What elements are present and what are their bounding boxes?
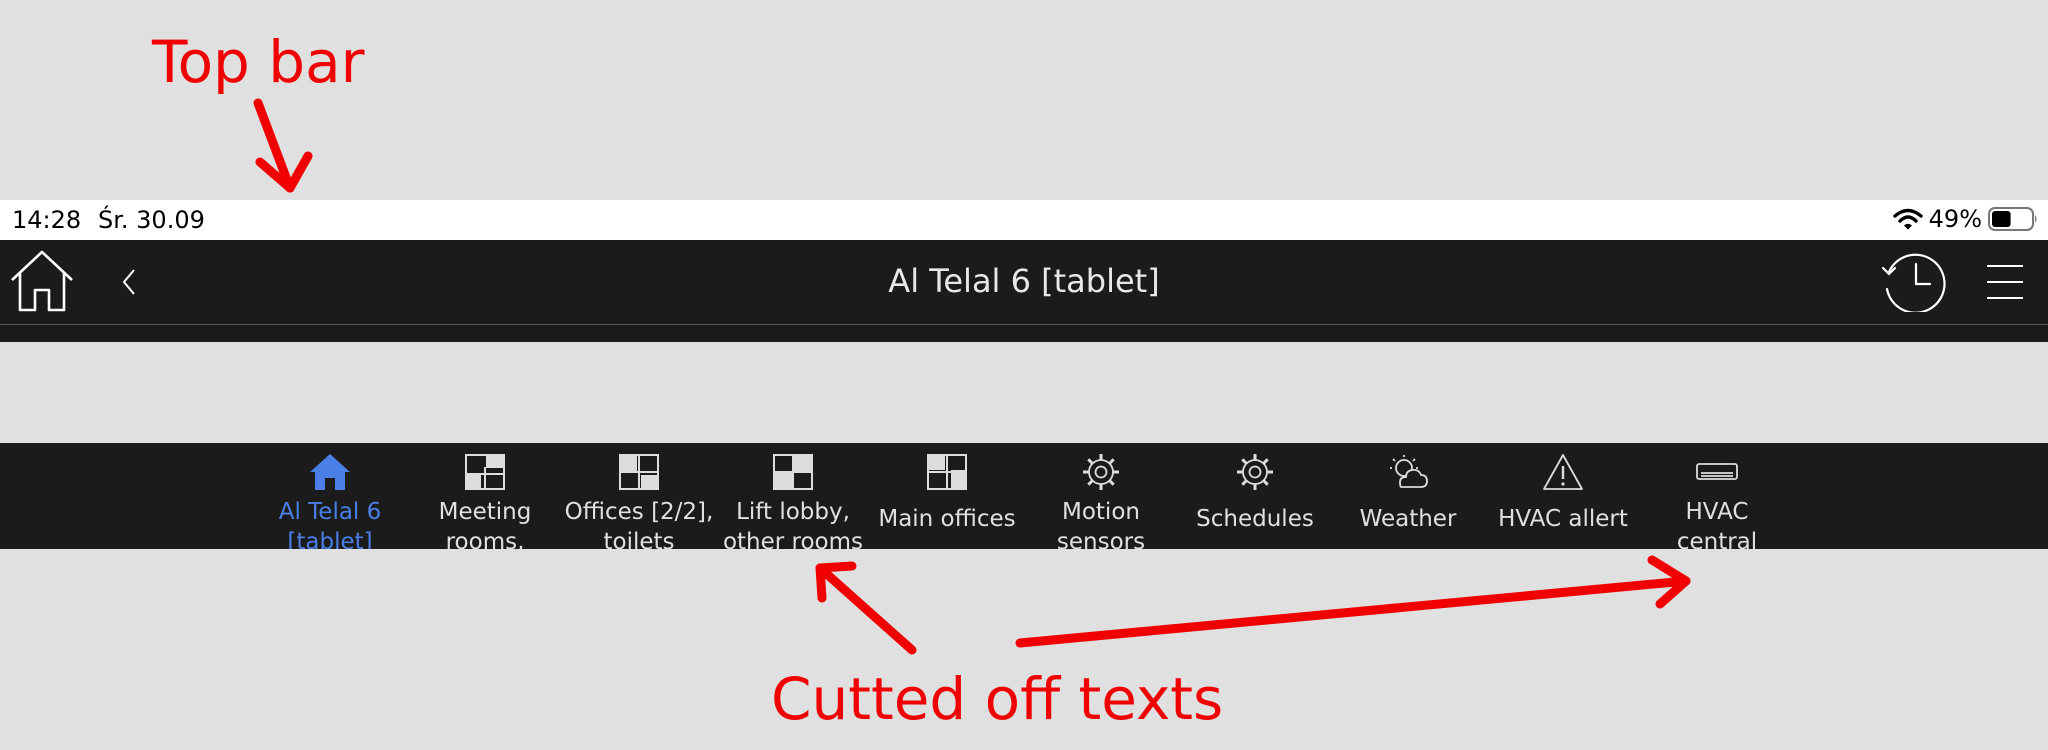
tab-label: HVAC allert (1498, 506, 1628, 532)
chevron-left-icon (122, 269, 135, 295)
status-date: Śr. 30.09 (98, 206, 205, 234)
tab-label: Weather (1359, 506, 1457, 532)
annotation-top-bar-label: Top bar (152, 28, 365, 96)
tab-label: Al Telal 6 [tablet] (278, 499, 382, 549)
tab-label: Main offices (878, 506, 1016, 532)
tab-hvac-central[interactable]: HVAC central (1642, 443, 1792, 549)
home-icon (11, 250, 73, 312)
home-button[interactable] (10, 248, 74, 314)
tab-offices-toilets[interactable]: Offices [2/2], toilets (564, 443, 714, 549)
history-button[interactable] (1880, 252, 1948, 312)
tab-schedules[interactable]: Schedules (1180, 443, 1330, 549)
tab-label: Lift lobby, other rooms (722, 499, 864, 549)
status-time: 14:28 (12, 206, 82, 234)
tab-label: Schedules (1196, 506, 1314, 532)
annotation-arrow-top-bar (253, 98, 313, 193)
battery-level-fill (1992, 211, 2011, 227)
tab-al-telal-6-tablet[interactable]: Al Telal 6 [tablet] (255, 443, 405, 549)
page-title: Al Telal 6 [tablet] (888, 262, 1160, 300)
tab-label: Offices [2/2], toilets (564, 499, 714, 549)
tab-label: Motion sensors (1056, 499, 1146, 549)
battery-percent: 49% (1928, 205, 1982, 233)
annotation-arrow-lift-lobby (815, 561, 917, 655)
back-button[interactable] (118, 262, 142, 302)
wifi-icon (1892, 208, 1923, 230)
header-divider (0, 324, 2048, 325)
warning-icon (1543, 454, 1583, 490)
tab-hvac-allert[interactable]: HVAC allert (1488, 443, 1638, 549)
status-bar: 14:28 Śr. 30.09 49% (0, 200, 2048, 240)
hamburger-menu-icon (1987, 265, 2023, 299)
annotation-arrow-hvac-central (1015, 555, 1691, 648)
tab-lift-lobby-other-rooms[interactable]: Lift lobby, other rooms (718, 443, 868, 549)
floorplan-icon (927, 454, 967, 490)
tab-bar: Al Telal 6 [tablet] Meeting rooms, Offic… (0, 443, 2048, 549)
floorplan-icon (465, 454, 505, 490)
menu-button[interactable] (1985, 262, 2025, 302)
weather-icon (1390, 455, 1428, 488)
tab-motion-sensors[interactable]: Motion sensors (1026, 443, 1176, 549)
floorplan-icon (619, 454, 659, 490)
tab-meeting-rooms[interactable]: Meeting rooms, (410, 443, 560, 549)
tab-weather[interactable]: Weather (1333, 443, 1483, 549)
history-icon (1881, 253, 1946, 312)
floorplan-icon (773, 454, 813, 490)
tab-main-offices[interactable]: Main offices (872, 443, 1022, 549)
home-icon (310, 454, 350, 490)
status-indicators: 49% (1892, 205, 2038, 233)
header-bar: Al Telal 6 [tablet] (0, 240, 2048, 342)
annotation-arrows (253, 98, 1691, 655)
gear-icon (1083, 454, 1119, 490)
gear-icon (1237, 454, 1273, 490)
tab-label: HVAC central (1676, 499, 1758, 549)
annotation-cut-off-label: Cutted off texts (771, 665, 1224, 733)
ac-unit-icon (1696, 463, 1738, 480)
tab-label: Meeting rooms, (438, 499, 532, 549)
battery-icon (1988, 207, 2037, 231)
